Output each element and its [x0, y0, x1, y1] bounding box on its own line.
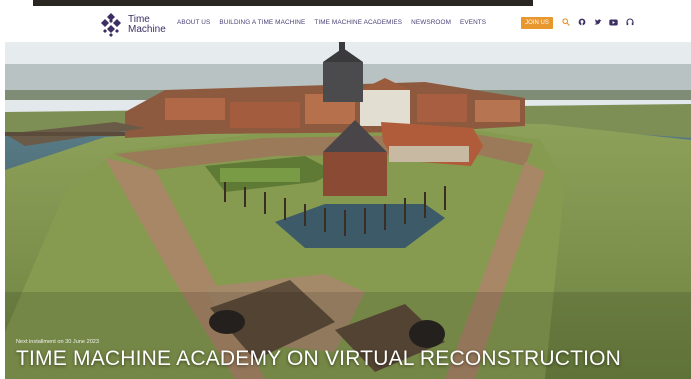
main-menu: ABOUT US BUILDING A TIME MACHINE TIME MA…	[177, 19, 486, 26]
menu-item-events[interactable]: EVENTS	[460, 19, 486, 26]
twitter-icon[interactable]	[593, 17, 602, 27]
logo-text: Time Machine	[128, 15, 166, 35]
logo-diamond-icon	[101, 13, 121, 37]
join-us-button[interactable]: JOIN US	[521, 17, 553, 29]
search-icon[interactable]	[561, 17, 570, 27]
headset-icon[interactable]	[625, 17, 634, 27]
github-icon[interactable]	[577, 17, 586, 27]
menu-item-newsroom[interactable]: NEWSROOM	[411, 19, 451, 26]
menu-item-building-a-time-machine[interactable]: BUILDING A TIME MACHINE	[219, 19, 305, 26]
hero-banner: Next installment on 30 June 2023 TIME MA…	[5, 42, 691, 379]
hero-image	[5, 42, 691, 379]
hero-caption: Next installment on 30 June 2023 TIME MA…	[16, 339, 621, 370]
top-dark-bar	[33, 0, 533, 6]
menu-item-about-us[interactable]: ABOUT US	[177, 19, 210, 26]
youtube-icon[interactable]	[609, 17, 618, 27]
menu-item-time-machine-academies[interactable]: TIME MACHINE ACADEMIES	[314, 19, 402, 26]
navbar: Time Machine ABOUT US BUILDING A TIME MA…	[0, 7, 691, 42]
hero-subtitle: Next installment on 30 June 2023	[16, 339, 100, 345]
logo[interactable]: Time Machine	[98, 12, 166, 38]
logo-line-2: Machine	[128, 24, 166, 35]
top-strip	[0, 0, 691, 7]
hero-title[interactable]: TIME MACHINE ACADEMY ON VIRTUAL RECONSTR…	[16, 348, 621, 370]
header-icons	[561, 17, 634, 27]
